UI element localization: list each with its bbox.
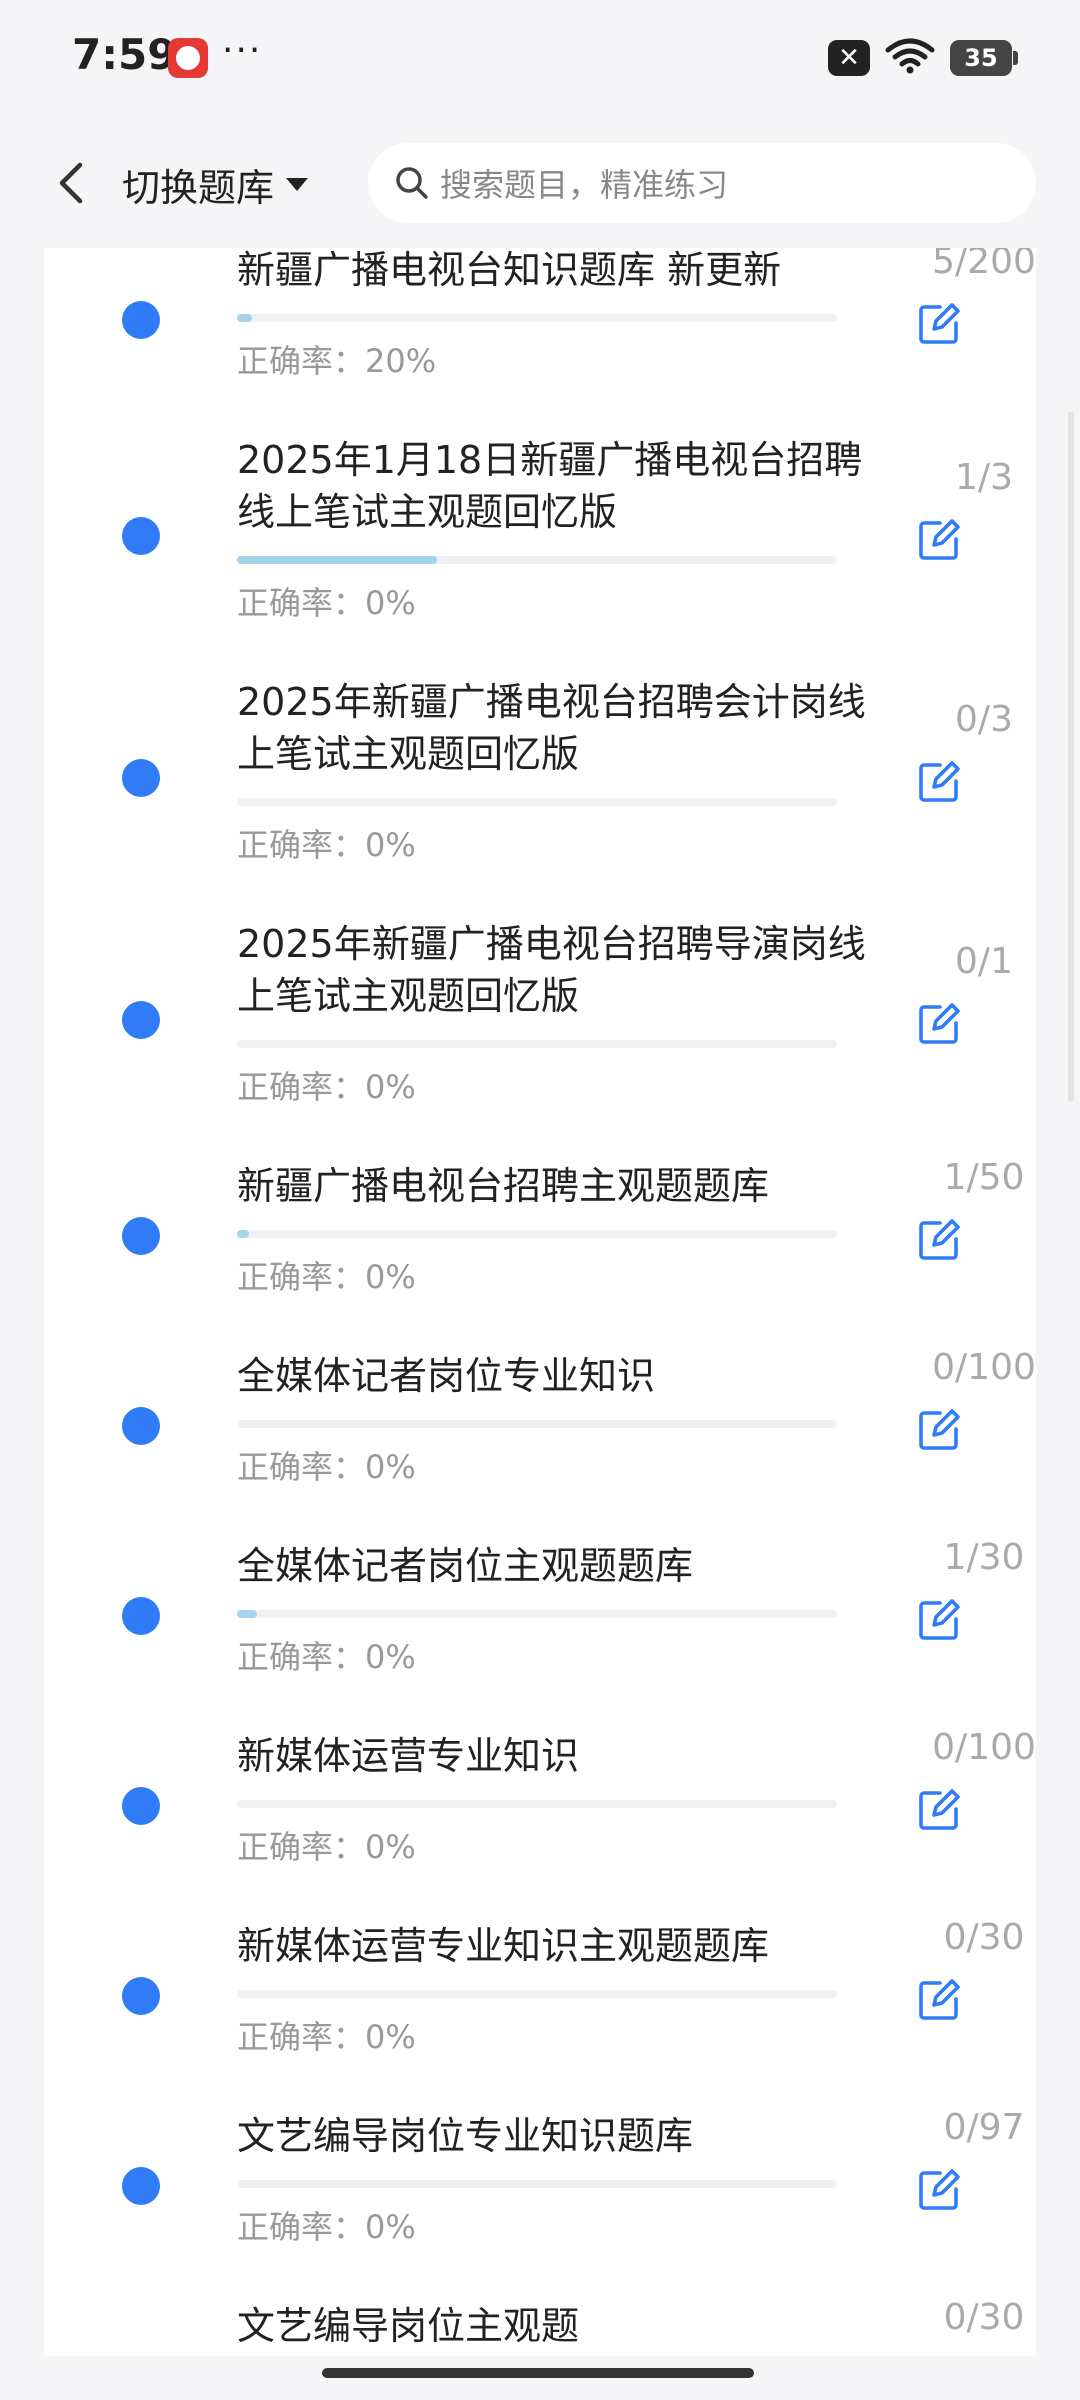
switch-bank-label: 切换题库 — [122, 165, 275, 210]
list-item[interactable]: 文艺编导岗位专业知识题库 正确率：0% 0/97 — [44, 2074, 1036, 2264]
scrollbar[interactable] — [1068, 412, 1074, 1102]
bank-title: 文艺编导岗位专业知识题库 — [237, 2114, 694, 2158]
list-item[interactable]: 新疆广播电视台招聘主观题题库 正确率：0% 1/50 — [44, 1124, 1036, 1314]
bank-title: 新疆广播电视台知识题库 新更新 — [237, 248, 782, 292]
close-badge-icon: ✕ — [828, 40, 870, 76]
back-button[interactable] — [40, 152, 102, 214]
edit-icon[interactable] — [916, 1217, 962, 1263]
chevron-left-icon — [59, 162, 83, 204]
top-bar: 切换题库 搜索题目，精准练习 — [0, 118, 1080, 248]
question-count: 5/200 — [932, 248, 1036, 282]
list-item[interactable]: 2025年1月18日新疆广播电视台招聘线上笔试主观题回忆版 正确率：0% 1/3 — [44, 398, 1036, 640]
progress-bar — [237, 1230, 837, 1238]
bank-title: 新媒体运营专业知识 — [237, 1734, 580, 1778]
list-item[interactable]: 2025年新疆广播电视台招聘会计岗线上笔试主观题回忆版 正确率：0% 0/3 — [44, 640, 1036, 882]
status-bar: 7:59 ··· ✕ 35 — [0, 0, 1080, 118]
list-item[interactable]: 全媒体记者岗位专业知识 正确率：0% 0/100 — [44, 1314, 1036, 1504]
question-count: 1/50 — [943, 1157, 1025, 1198]
status-dot-icon — [122, 1001, 160, 1039]
accuracy-rate: 正确率：0% — [237, 826, 416, 864]
question-bank-list-content: 新疆广播电视台知识题库 新更新 正确率：20% 5/200 2025年1月18日… — [44, 248, 1036, 2356]
home-indicator[interactable] — [322, 2368, 754, 2378]
question-count: 0/1 — [955, 941, 1013, 982]
question-count: 0/100 — [932, 1347, 1036, 1388]
app-notification-icon — [168, 38, 208, 78]
status-time: 7:59 — [72, 30, 177, 79]
list-item[interactable]: 文艺编导岗位主观题 0/30 — [44, 2264, 1036, 2356]
progress-fill — [237, 556, 437, 564]
bank-title: 新媒体运营专业知识主观题题库 — [237, 1924, 770, 1968]
wifi-icon — [884, 38, 936, 78]
status-dot-icon — [122, 2167, 160, 2205]
edit-icon[interactable] — [916, 1407, 962, 1453]
accuracy-rate: 正确率：0% — [237, 2208, 416, 2246]
edit-icon[interactable] — [916, 1787, 962, 1833]
progress-bar — [237, 314, 837, 322]
accuracy-rate: 正确率：0% — [237, 1068, 416, 1106]
edit-icon[interactable] — [916, 517, 962, 563]
progress-bar — [237, 1990, 837, 1998]
question-count: 0/3 — [955, 699, 1013, 740]
status-dot-icon — [122, 1787, 160, 1825]
list-item[interactable]: 新疆广播电视台知识题库 新更新 正确率：20% 5/200 — [44, 248, 1036, 398]
list-item[interactable]: 2025年新疆广播电视台招聘导演岗线上笔试主观题回忆版 正确率：0% 0/1 — [44, 882, 1036, 1124]
accuracy-rate: 正确率：0% — [237, 2018, 416, 2056]
progress-bar — [237, 1800, 837, 1808]
list-item[interactable]: 新媒体运营专业知识主观题题库 正确率：0% 0/30 — [44, 1884, 1036, 2074]
status-dot-icon — [122, 759, 160, 797]
list-item[interactable]: 新媒体运营专业知识 正确率：0% 0/100 — [44, 1694, 1036, 1884]
progress-fill — [237, 1610, 257, 1618]
progress-bar — [237, 1420, 837, 1428]
progress-fill — [237, 314, 252, 322]
progress-bar — [237, 798, 837, 806]
status-dot-icon — [122, 1217, 160, 1255]
accuracy-rate: 正确率：0% — [237, 1828, 416, 1866]
status-dot-icon — [122, 1977, 160, 2015]
bank-title: 2025年新疆广播电视台招聘导演岗线上笔试主观题回忆版 — [237, 922, 866, 1018]
more-notifications-icon: ··· — [222, 30, 263, 71]
progress-bar — [237, 556, 837, 564]
list-item[interactable]: 全媒体记者岗位主观题题库 正确率：0% 1/30 — [44, 1504, 1036, 1694]
progress-fill — [237, 1230, 249, 1238]
status-dot-icon — [122, 301, 160, 339]
question-bank-list: 新疆广播电视台知识题库 新更新 正确率：20% 5/200 2025年1月18日… — [44, 248, 1036, 2356]
bank-title: 全媒体记者岗位主观题题库 — [237, 1544, 694, 1588]
bank-title: 新疆广播电视台招聘主观题题库 — [237, 1164, 770, 1208]
accuracy-rate: 正确率：0% — [237, 1638, 416, 1676]
question-count: 0/30 — [943, 1917, 1025, 1958]
progress-bar — [237, 1610, 837, 1618]
bank-title: 全媒体记者岗位专业知识 — [237, 1354, 656, 1398]
status-icons: ✕ 35 — [828, 38, 1018, 78]
accuracy-rate: 正确率：0% — [237, 584, 416, 622]
question-count: 0/97 — [943, 2107, 1025, 2148]
progress-bar — [237, 2180, 837, 2188]
search-placeholder: 搜索题目，精准练习 — [440, 166, 729, 204]
question-count: 0/30 — [943, 2297, 1025, 2338]
status-dot-icon — [122, 1407, 160, 1445]
edit-icon[interactable] — [916, 759, 962, 805]
status-dot-icon — [122, 1597, 160, 1635]
accuracy-rate: 正确率：20% — [237, 342, 437, 380]
edit-icon[interactable] — [916, 1001, 962, 1047]
progress-bar — [237, 1040, 837, 1048]
accuracy-rate: 正确率：0% — [237, 1448, 416, 1486]
bank-title: 文艺编导岗位主观题 — [237, 2304, 580, 2348]
switch-bank-dropdown[interactable]: 切换题库 — [122, 154, 310, 214]
battery-icon: 35 — [950, 40, 1018, 76]
edit-icon[interactable] — [916, 1597, 962, 1643]
question-count: 0/100 — [932, 1727, 1036, 1768]
question-count: 1/3 — [955, 457, 1013, 498]
search-icon — [394, 165, 430, 201]
accuracy-rate: 正确率：0% — [237, 1258, 416, 1296]
status-dot-icon — [122, 517, 160, 555]
edit-icon[interactable] — [916, 2167, 962, 2213]
edit-icon[interactable] — [916, 1977, 962, 2023]
bank-title: 2025年1月18日新疆广播电视台招聘线上笔试主观题回忆版 — [237, 438, 863, 534]
edit-icon[interactable] — [916, 301, 962, 347]
bank-title: 2025年新疆广播电视台招聘会计岗线上笔试主观题回忆版 — [237, 680, 866, 776]
question-count: 1/30 — [943, 1537, 1025, 1578]
caret-down-icon — [286, 178, 309, 191]
search-input[interactable]: 搜索题目，精准练习 — [368, 143, 1036, 223]
